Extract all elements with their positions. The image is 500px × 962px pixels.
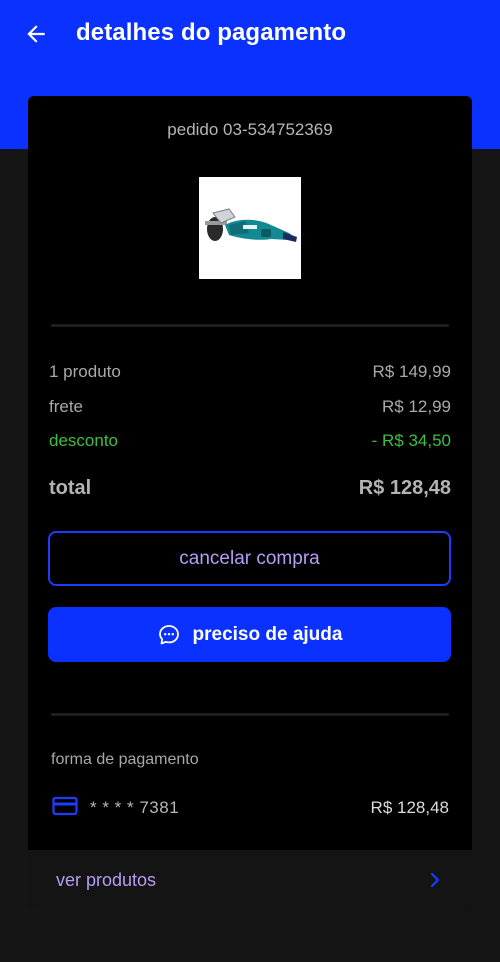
- discount-label: desconto: [49, 431, 118, 450]
- app-bar: detalhes do pagamento: [0, 0, 500, 70]
- total-row: total R$ 128,48: [49, 477, 451, 500]
- back-button[interactable]: [22, 20, 50, 48]
- discount-row: desconto - R$ 34,50: [49, 431, 451, 451]
- need-help-button[interactable]: preciso de ajuda: [48, 607, 451, 662]
- products-label: 1 produto: [49, 362, 121, 381]
- shipping-label: frete: [49, 397, 84, 416]
- products-row: 1 produto R$ 149,99: [49, 362, 451, 382]
- discount-value: - R$ 34,50: [371, 431, 451, 450]
- view-products-label: ver produtos: [56, 869, 157, 890]
- payment-method-title: forma de pagamento: [51, 751, 199, 768]
- payment-details-card: pedido 03-534752369 1 produto R$ 149,99 …: [28, 96, 472, 910]
- chat-bubble-icon: [157, 623, 181, 647]
- masked-card-number: * * * * 7381: [90, 798, 180, 817]
- angle-grinder-product-image: [205, 208, 297, 242]
- credit-card-icon: [52, 796, 78, 821]
- total-label: total: [49, 477, 92, 499]
- page-title: detalhes do pagamento: [76, 19, 347, 46]
- chevron-right-icon: [430, 872, 440, 888]
- payment-amount: R$ 128,48: [370, 798, 449, 817]
- payment-method-row: * * * * 7381 R$ 128,48: [52, 796, 449, 820]
- need-help-label: preciso de ajuda: [192, 623, 343, 645]
- total-value: R$ 128,48: [358, 477, 451, 499]
- shipping-value: R$ 12,99: [382, 397, 451, 416]
- view-products-link[interactable]: ver produtos: [28, 850, 472, 910]
- products-value: R$ 149,99: [372, 362, 451, 381]
- shipping-row: frete R$ 12,99: [49, 397, 451, 417]
- cancel-purchase-button[interactable]: cancelar compra: [48, 531, 451, 586]
- order-number: pedido 03-534752369: [167, 120, 333, 139]
- divider: [51, 713, 449, 716]
- divider: [51, 324, 449, 327]
- cancel-purchase-label: cancelar compra: [179, 547, 320, 569]
- product-thumbnail[interactable]: [199, 177, 301, 279]
- arrow-left-icon: [27, 25, 45, 43]
